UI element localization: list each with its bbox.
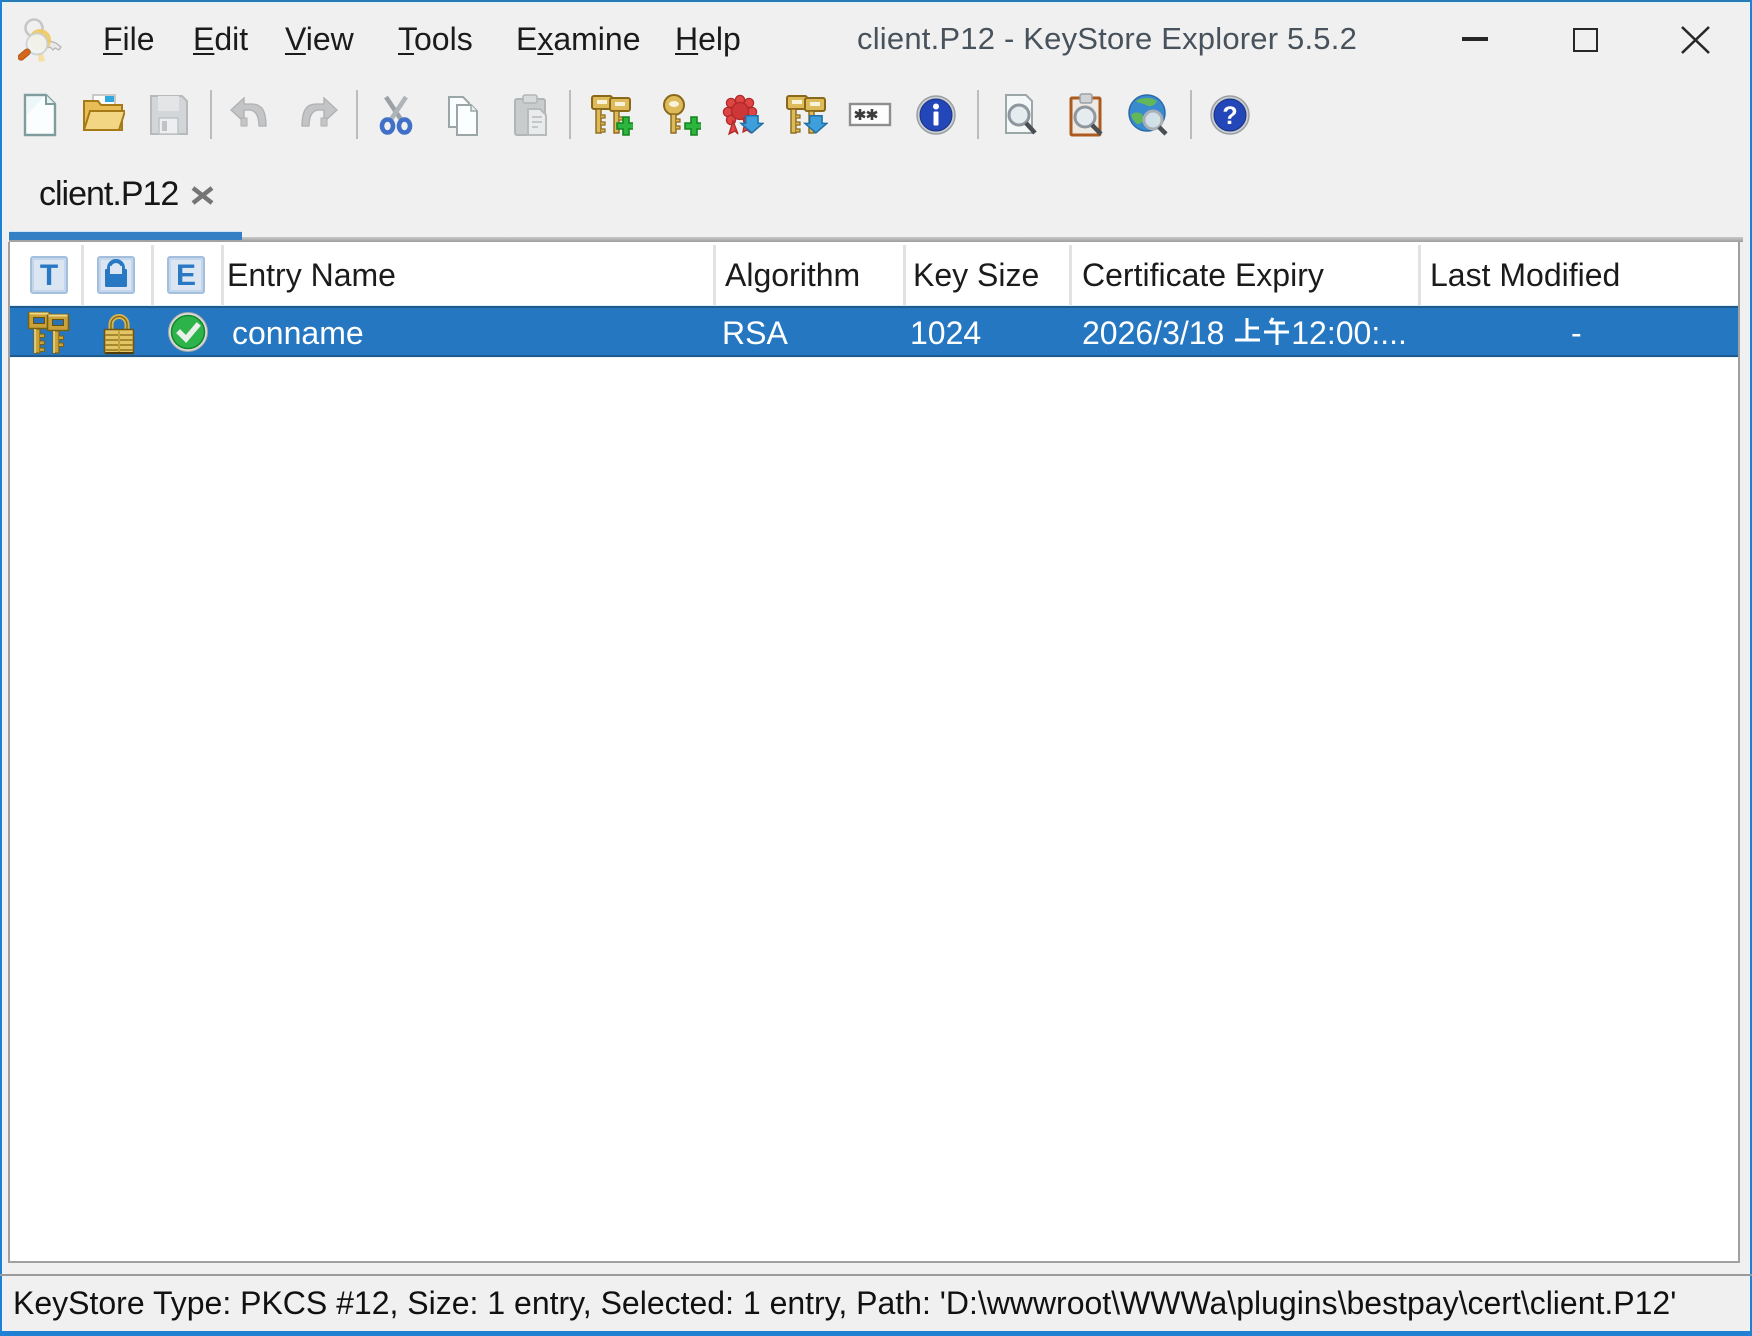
svg-text:?: ? (1222, 102, 1237, 130)
svg-text:E: E (176, 259, 196, 292)
svg-text:T: T (40, 259, 58, 292)
